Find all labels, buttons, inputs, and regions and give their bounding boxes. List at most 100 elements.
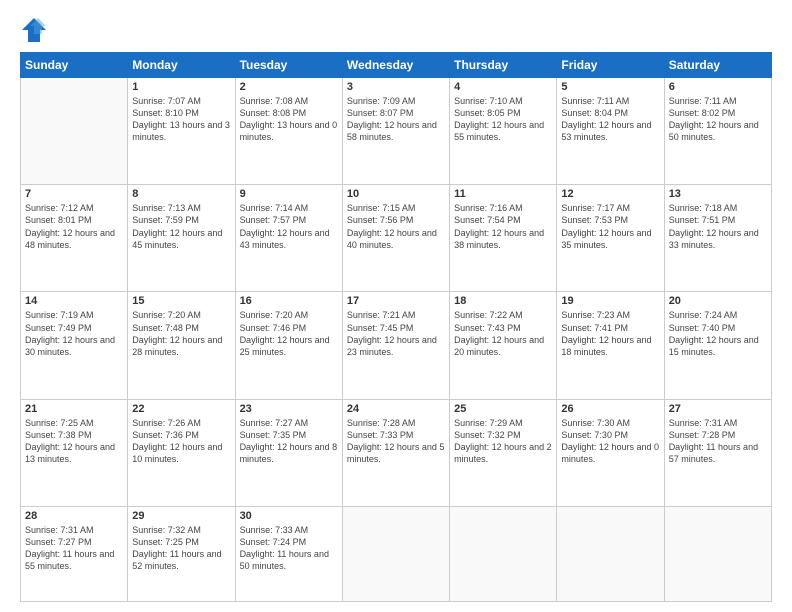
day-info: Sunrise: 7:23 AMSunset: 7:41 PMDaylight:… (561, 309, 659, 358)
day-number: 8 (132, 188, 230, 200)
day-info: Sunrise: 7:28 AMSunset: 7:33 PMDaylight:… (347, 417, 445, 466)
weekday-header-saturday: Saturday (664, 53, 771, 78)
calendar-cell: 6Sunrise: 7:11 AMSunset: 8:02 PMDaylight… (664, 78, 771, 185)
weekday-header-friday: Friday (557, 53, 664, 78)
day-number: 19 (561, 295, 659, 307)
calendar-cell: 13Sunrise: 7:18 AMSunset: 7:51 PMDayligh… (664, 185, 771, 292)
calendar-cell: 24 Sunrise: 7:28 AMSunset: 7:33 PMDayligh… (342, 399, 449, 506)
week-row-3: 21 Sunrise: 7:25 AMSunset: 7:38 PMDayligh… (21, 399, 772, 506)
day-info: Sunrise: 7:21 AMSunset: 7:45 PMDaylight:… (347, 309, 445, 358)
week-row-2: 14Sunrise: 7:19 AMSunset: 7:49 PMDayligh… (21, 292, 772, 399)
calendar-cell (664, 506, 771, 601)
day-number: 22 (132, 403, 230, 415)
calendar-cell: 22 Sunrise: 7:26 AMSunset: 7:36 PMDayligh… (128, 399, 235, 506)
day-info: Sunrise: 7:14 AMSunset: 7:57 PMDaylight:… (240, 202, 338, 251)
week-row-4: 28Sunrise: 7:31 AMSunset: 7:27 PMDayligh… (21, 506, 772, 601)
calendar-cell: 4Sunrise: 7:10 AMSunset: 8:05 PMDaylight… (450, 78, 557, 185)
logo-icon (20, 16, 48, 44)
calendar-body: 1 Sunrise: 7:07 AMSunset: 8:10 PMDaylight… (21, 78, 772, 602)
weekday-header-sunday: Sunday (21, 53, 128, 78)
day-number: 26 (561, 403, 659, 415)
calendar-cell: 7 Sunrise: 7:12 AMSunset: 8:01 PMDaylight… (21, 185, 128, 292)
day-number: 14 (25, 295, 123, 307)
calendar-cell (557, 506, 664, 601)
day-info: Sunrise: 7:20 AMSunset: 7:48 PMDaylight:… (132, 309, 230, 358)
day-info: Sunrise: 7:33 AMSunset: 7:24 PMDaylight:… (240, 524, 338, 573)
logo (20, 16, 52, 44)
day-number: 17 (347, 295, 445, 307)
day-number: 5 (561, 81, 659, 93)
weekday-header-wednesday: Wednesday (342, 53, 449, 78)
day-info: Sunrise: 7:24 AMSunset: 7:40 PMDaylight:… (669, 309, 767, 358)
weekday-header-tuesday: Tuesday (235, 53, 342, 78)
day-number: 4 (454, 81, 552, 93)
day-number: 23 (240, 403, 338, 415)
day-info: Sunrise: 7:30 AMSunset: 7:30 PMDaylight:… (561, 417, 659, 466)
day-info: Sunrise: 7:25 AMSunset: 7:38 PMDaylight:… (25, 417, 123, 466)
calendar-cell: 16 Sunrise: 7:20 AMSunset: 7:46 PMDayligh… (235, 292, 342, 399)
day-number: 16 (240, 295, 338, 307)
day-number: 3 (347, 81, 445, 93)
day-number: 30 (240, 510, 338, 522)
day-number: 27 (669, 403, 767, 415)
calendar-cell: 18Sunrise: 7:22 AMSunset: 7:43 PMDayligh… (450, 292, 557, 399)
calendar-cell: 19 Sunrise: 7:23 AMSunset: 7:41 PMDayligh… (557, 292, 664, 399)
calendar-cell: 26 Sunrise: 7:30 AMSunset: 7:30 PMDayligh… (557, 399, 664, 506)
calendar-cell: 11 Sunrise: 7:16 AMSunset: 7:54 PMDayligh… (450, 185, 557, 292)
calendar-cell: 5 Sunrise: 7:11 AMSunset: 8:04 PMDaylight… (557, 78, 664, 185)
calendar-cell: 21 Sunrise: 7:25 AMSunset: 7:38 PMDayligh… (21, 399, 128, 506)
calendar-cell: 27 Sunrise: 7:31 AMSunset: 7:28 PMDayligh… (664, 399, 771, 506)
day-info: Sunrise: 7:15 AMSunset: 7:56 PMDaylight:… (347, 202, 445, 251)
day-info: Sunrise: 7:09 AMSunset: 8:07 PMDaylight:… (347, 95, 445, 144)
week-row-1: 7 Sunrise: 7:12 AMSunset: 8:01 PMDaylight… (21, 185, 772, 292)
calendar-cell: 25Sunrise: 7:29 AMSunset: 7:32 PMDayligh… (450, 399, 557, 506)
day-number: 20 (669, 295, 767, 307)
weekday-header-thursday: Thursday (450, 53, 557, 78)
day-number: 21 (25, 403, 123, 415)
calendar-cell: 3 Sunrise: 7:09 AMSunset: 8:07 PMDaylight… (342, 78, 449, 185)
calendar-cell (450, 506, 557, 601)
calendar-cell: 12 Sunrise: 7:17 AMSunset: 7:53 PMDayligh… (557, 185, 664, 292)
calendar-cell (342, 506, 449, 601)
page: SundayMondayTuesdayWednesdayThursdayFrid… (0, 0, 792, 612)
day-info: Sunrise: 7:11 AMSunset: 8:04 PMDaylight:… (561, 95, 659, 144)
calendar-cell (21, 78, 128, 185)
day-info: Sunrise: 7:07 AMSunset: 8:10 PMDaylight:… (132, 95, 230, 144)
day-number: 15 (132, 295, 230, 307)
day-info: Sunrise: 7:16 AMSunset: 7:54 PMDaylight:… (454, 202, 552, 251)
day-info: Sunrise: 7:20 AMSunset: 7:46 PMDaylight:… (240, 309, 338, 358)
day-number: 24 (347, 403, 445, 415)
day-info: Sunrise: 7:17 AMSunset: 7:53 PMDaylight:… (561, 202, 659, 251)
day-number: 12 (561, 188, 659, 200)
weekday-header-monday: Monday (128, 53, 235, 78)
day-info: Sunrise: 7:26 AMSunset: 7:36 PMDaylight:… (132, 417, 230, 466)
day-info: Sunrise: 7:22 AMSunset: 7:43 PMDaylight:… (454, 309, 552, 358)
calendar-cell: 9 Sunrise: 7:14 AMSunset: 7:57 PMDaylight… (235, 185, 342, 292)
weekday-header-row: SundayMondayTuesdayWednesdayThursdayFrid… (21, 53, 772, 78)
calendar-table: SundayMondayTuesdayWednesdayThursdayFrid… (20, 52, 772, 602)
calendar-cell: 2 Sunrise: 7:08 AMSunset: 8:08 PMDaylight… (235, 78, 342, 185)
calendar-cell: 17 Sunrise: 7:21 AMSunset: 7:45 PMDayligh… (342, 292, 449, 399)
day-number: 29 (132, 510, 230, 522)
calendar-cell: 20 Sunrise: 7:24 AMSunset: 7:40 PMDayligh… (664, 292, 771, 399)
header (20, 16, 772, 44)
day-info: Sunrise: 7:11 AMSunset: 8:02 PMDaylight:… (669, 95, 767, 144)
calendar-cell: 10Sunrise: 7:15 AMSunset: 7:56 PMDayligh… (342, 185, 449, 292)
calendar-cell: 15 Sunrise: 7:20 AMSunset: 7:48 PMDayligh… (128, 292, 235, 399)
calendar-cell: 30 Sunrise: 7:33 AMSunset: 7:24 PMDayligh… (235, 506, 342, 601)
day-number: 11 (454, 188, 552, 200)
day-number: 28 (25, 510, 123, 522)
day-info: Sunrise: 7:31 AMSunset: 7:28 PMDaylight:… (669, 417, 767, 466)
day-info: Sunrise: 7:13 AMSunset: 7:59 PMDaylight:… (132, 202, 230, 251)
calendar-cell: 14Sunrise: 7:19 AMSunset: 7:49 PMDayligh… (21, 292, 128, 399)
day-number: 7 (25, 188, 123, 200)
day-number: 13 (669, 188, 767, 200)
day-number: 1 (132, 81, 230, 93)
day-info: Sunrise: 7:27 AMSunset: 7:35 PMDaylight:… (240, 417, 338, 466)
day-info: Sunrise: 7:08 AMSunset: 8:08 PMDaylight:… (240, 95, 338, 144)
day-number: 9 (240, 188, 338, 200)
week-row-0: 1 Sunrise: 7:07 AMSunset: 8:10 PMDaylight… (21, 78, 772, 185)
day-number: 2 (240, 81, 338, 93)
day-info: Sunrise: 7:12 AMSunset: 8:01 PMDaylight:… (25, 202, 123, 251)
day-info: Sunrise: 7:29 AMSunset: 7:32 PMDaylight:… (454, 417, 552, 466)
